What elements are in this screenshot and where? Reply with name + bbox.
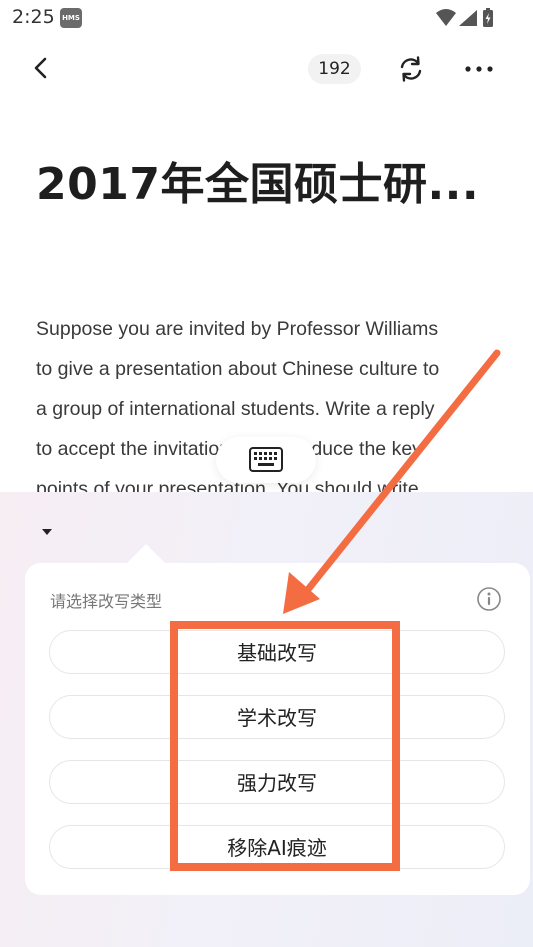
info-icon: [477, 587, 501, 611]
wifi-icon: [436, 9, 456, 26]
status-icons: [435, 6, 495, 34]
card-pointer: [126, 544, 166, 564]
keyboard-icon: [249, 447, 283, 472]
chevron-left-icon: [34, 57, 47, 79]
collapse-panel-button[interactable]: [38, 524, 56, 538]
battery-charging-icon: [483, 8, 493, 27]
top-toolbar: 192: [0, 44, 533, 92]
caret-down-icon: [42, 529, 52, 535]
signal-icon: [459, 10, 477, 26]
status-bar: 2:25 HMS: [0, 0, 533, 36]
refresh-icon: [400, 56, 422, 82]
more-options-button[interactable]: [462, 54, 496, 84]
back-button[interactable]: [28, 52, 56, 84]
keyboard-toggle-button[interactable]: [216, 437, 316, 483]
body-line: a group of international students. Write…: [36, 398, 435, 420]
annotation-highlight-box: [170, 621, 400, 871]
refresh-button[interactable]: [396, 54, 426, 84]
more-horizontal-icon: [465, 66, 493, 72]
rewrite-type-title: 请选择改写类型: [50, 592, 163, 611]
body-line: Suppose you are invited by Professor Wil…: [36, 318, 439, 340]
hms-badge: HMS: [60, 8, 82, 28]
body-line: to give a presentation about Chinese cul…: [36, 358, 440, 380]
status-time: 2:25: [12, 6, 55, 28]
info-button[interactable]: [476, 586, 502, 612]
document-title: 2017年全国硕士研...: [36, 159, 480, 210]
page-count-badge[interactable]: 192: [308, 54, 361, 84]
